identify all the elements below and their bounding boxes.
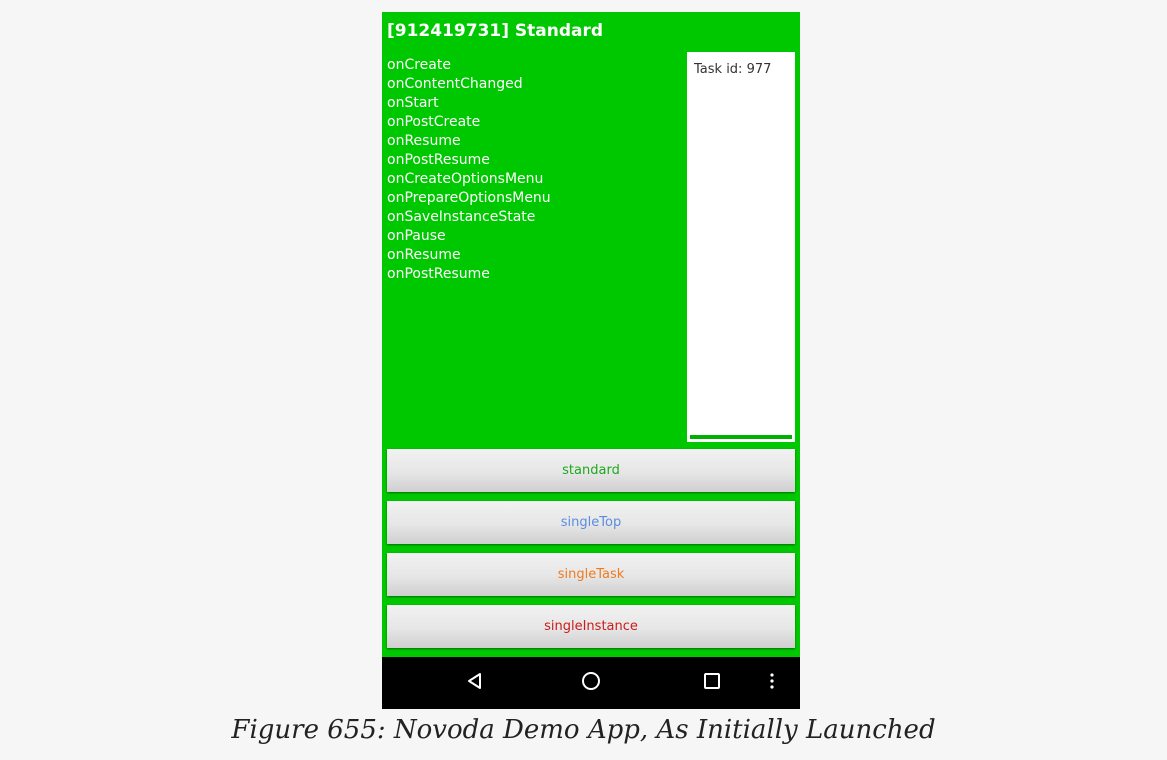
recents-button[interactable] xyxy=(692,657,732,709)
overflow-menu-button[interactable] xyxy=(757,657,787,709)
lifecycle-log: onCreate onContentChanged onStart onPost… xyxy=(387,56,551,284)
single-task-button[interactable]: singleTask xyxy=(387,553,795,596)
app-title: [912419731] Standard xyxy=(387,21,604,41)
log-entry: onResume xyxy=(387,247,461,263)
log-entry: onPostResume xyxy=(387,152,490,168)
home-icon xyxy=(580,670,602,696)
task-panel-scrollbar[interactable] xyxy=(690,435,792,439)
standard-button[interactable]: standard xyxy=(387,449,795,492)
log-entry: onStart xyxy=(387,95,439,111)
log-entry: onPostResume xyxy=(387,266,490,282)
single-instance-button[interactable]: singleInstance xyxy=(387,605,795,648)
recents-icon xyxy=(703,672,721,694)
navigation-bar xyxy=(382,657,800,709)
back-button[interactable] xyxy=(455,657,495,709)
single-top-button[interactable]: singleTop xyxy=(387,501,795,544)
home-button[interactable] xyxy=(571,657,611,709)
log-entry: onCreate xyxy=(387,57,451,73)
task-panel[interactable]: Task id: 977 xyxy=(687,52,795,442)
log-entry: onCreateOptionsMenu xyxy=(387,171,544,187)
phone-screen: [912419731] Standard onCreate onContentC… xyxy=(382,12,800,709)
overflow-menu-icon xyxy=(769,672,775,694)
log-entry: onPause xyxy=(387,228,446,244)
log-entry: onPostCreate xyxy=(387,114,481,130)
log-entry: onPrepareOptionsMenu xyxy=(387,190,551,206)
log-entry: onSaveInstanceState xyxy=(387,209,536,225)
task-id-label: Task id: 977 xyxy=(694,62,772,77)
back-icon xyxy=(465,671,485,695)
figure-caption: Figure 655: Novoda Demo App, As Initiall… xyxy=(231,715,936,745)
log-entry: onContentChanged xyxy=(387,76,523,92)
log-entry: onResume xyxy=(387,133,461,149)
